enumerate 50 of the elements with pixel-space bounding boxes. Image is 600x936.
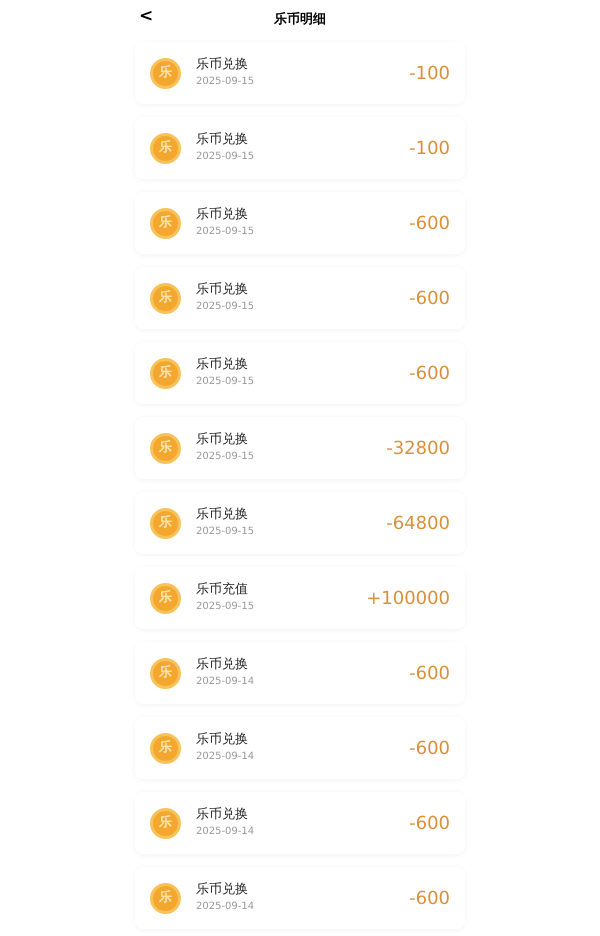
transaction-amount: -100 bbox=[409, 136, 450, 160]
transaction-title: 乐币兑换 bbox=[196, 132, 249, 148]
coin-icon: 乐 bbox=[150, 808, 181, 838]
transaction-date: 2025-09-15 bbox=[196, 301, 254, 314]
coin-icon: 乐 bbox=[150, 732, 181, 764]
transaction-date: 2025-09-15 bbox=[196, 376, 254, 389]
transaction-date: 2025-09-15 bbox=[196, 601, 254, 614]
coin-icon: 乐 bbox=[150, 208, 181, 238]
coin-icon: 乐 bbox=[150, 582, 181, 614]
transaction-amount: -600 bbox=[409, 736, 450, 760]
transaction-date: 2025-09-14 bbox=[196, 901, 254, 914]
coin-icon: 乐 bbox=[150, 508, 181, 538]
transaction-date: 2025-09-14 bbox=[196, 751, 254, 764]
transaction-title: 乐币兑换 bbox=[196, 357, 249, 374]
transaction-title: 乐币充值 bbox=[196, 582, 249, 598]
transaction-amount: -600 bbox=[409, 286, 450, 310]
coin-icon: 乐 bbox=[150, 882, 181, 914]
transaction-title: 乐币兑换 bbox=[196, 207, 249, 224]
transaction-date: 2025-09-15 bbox=[196, 526, 254, 539]
transaction-amount: -600 bbox=[409, 812, 450, 836]
transaction-amount: -600 bbox=[409, 662, 450, 686]
transaction-title: 乐币兑换 bbox=[196, 807, 249, 824]
transaction-date: 2025-09-15 bbox=[196, 226, 254, 239]
transaction-amount: -600 bbox=[409, 886, 450, 910]
transaction-title: 乐币兑换 bbox=[196, 432, 249, 448]
coin-icon: 乐 bbox=[150, 58, 181, 88]
transaction-date: 2025-09-14 bbox=[196, 676, 254, 689]
transaction-amount: +100000 bbox=[366, 586, 450, 610]
transaction-title: 乐币兑换 bbox=[196, 732, 249, 748]
transaction-amount: -32800 bbox=[386, 436, 450, 460]
transaction-date: 2025-09-15 bbox=[196, 76, 254, 89]
back-button[interactable]: < bbox=[139, 8, 154, 25]
transaction-date: 2025-09-14 bbox=[196, 826, 254, 839]
transaction-title: 乐币兑换 bbox=[196, 57, 249, 74]
transaction-date: 2025-09-15 bbox=[196, 451, 254, 464]
transaction-title: 乐币兑换 bbox=[196, 282, 249, 298]
transaction-title: 乐币兑换 bbox=[196, 882, 249, 898]
transaction-date: 2025-09-15 bbox=[196, 151, 254, 164]
transaction-title: 乐币兑换 bbox=[196, 657, 249, 674]
transaction-amount: -100 bbox=[409, 62, 450, 86]
transaction-amount: -600 bbox=[409, 362, 450, 386]
transaction-amount: -64800 bbox=[386, 512, 450, 536]
transaction-amount: -600 bbox=[409, 212, 450, 236]
coin-icon: 乐 bbox=[150, 432, 181, 464]
transaction-title: 乐币兑换 bbox=[196, 507, 249, 524]
coin-icon: 乐 bbox=[150, 658, 181, 688]
coin-icon: 乐 bbox=[150, 132, 181, 164]
coin-icon: 乐 bbox=[150, 282, 181, 314]
coin-icon: 乐 bbox=[150, 358, 181, 388]
page-title: 乐币明细 bbox=[274, 10, 326, 30]
